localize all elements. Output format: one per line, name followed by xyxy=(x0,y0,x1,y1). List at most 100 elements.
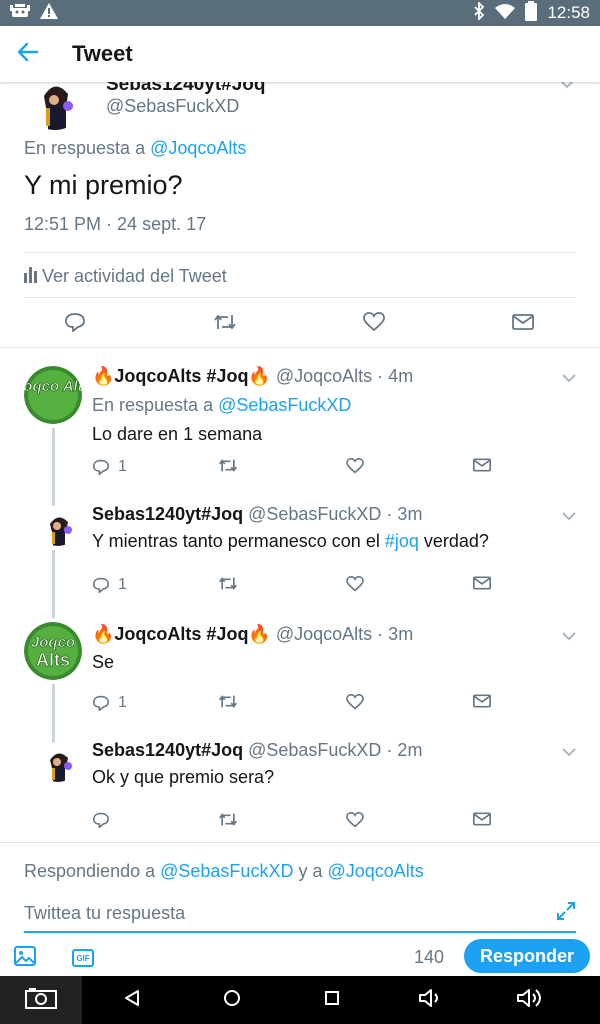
mention-link[interactable]: @JoqcoAlts xyxy=(328,861,424,881)
nav-back-button[interactable] xyxy=(116,976,148,1024)
like-button[interactable] xyxy=(346,576,364,592)
replying-prefix: Respondiendo a xyxy=(24,861,156,881)
retweet-button[interactable] xyxy=(218,576,238,591)
bluetooth-icon xyxy=(473,0,485,25)
reply-count: 1 xyxy=(118,458,127,475)
reply-button[interactable] xyxy=(61,310,89,338)
mail-icon xyxy=(473,458,491,472)
reply-composer: Respondiendo a @SebasFuckXD y a @JoqcoAl… xyxy=(0,843,600,976)
tweet-actions: 1 xyxy=(92,458,512,480)
list-item[interactable]: Sebas1240yt#Joq @SebasFuckXD · 3m Y mien… xyxy=(0,500,600,618)
screenshot-button[interactable] xyxy=(0,976,82,1024)
volume-up-button[interactable] xyxy=(512,976,552,1024)
reply-prefix: En respuesta a xyxy=(92,395,214,415)
mention-link[interactable]: @JoqcoAlts xyxy=(150,138,246,158)
mention-link[interactable]: @SebasFuckXD xyxy=(218,395,351,415)
square-recents-icon xyxy=(324,990,340,1011)
tweet-text-part: Y mientras tanto permanesco con el xyxy=(92,531,385,551)
retweet-icon xyxy=(219,459,237,472)
list-item[interactable]: Sebas1240yt#Joq @SebasFuckXD · 2m Ok y q… xyxy=(0,736,600,842)
chevron-down-icon[interactable] xyxy=(562,370,576,388)
author-name[interactable]: 🔥JoqcoAlts #Joq🔥 xyxy=(92,366,271,386)
like-button[interactable] xyxy=(360,310,388,338)
hashtag-link[interactable]: #joq xyxy=(385,531,419,551)
reply-button[interactable] xyxy=(92,812,110,828)
svg-text:Alts: Alts xyxy=(36,650,70,670)
author-handle[interactable]: @SebasFuckXD xyxy=(106,96,239,117)
retweet-button[interactable] xyxy=(218,458,238,473)
warning-icon xyxy=(40,2,58,24)
reply-context: En respuesta a @SebasFuckXD xyxy=(92,395,351,416)
reply-button[interactable]: 1 xyxy=(92,576,127,594)
share-button[interactable] xyxy=(509,310,537,338)
page-title: Tweet xyxy=(72,41,133,66)
gif-label: GIF xyxy=(76,953,90,963)
chevron-down-icon[interactable] xyxy=(562,628,576,646)
mention-link[interactable]: @SebasFuckXD xyxy=(160,861,293,881)
reply-input[interactable] xyxy=(24,895,576,933)
avatar[interactable]: Joqco Alts xyxy=(24,622,82,680)
like-button[interactable] xyxy=(346,458,364,474)
arrow-left-icon xyxy=(17,41,39,68)
reply-button[interactable]: 1 xyxy=(92,458,127,476)
avatar[interactable] xyxy=(24,82,86,130)
retweet-button[interactable] xyxy=(211,310,239,338)
battery-icon xyxy=(525,0,538,26)
author-name[interactable]: Sebas1240yt#Joq xyxy=(92,504,243,524)
tweet-activity-link[interactable]: Ver actividad del Tweet xyxy=(24,265,227,288)
share-button[interactable] xyxy=(473,812,491,826)
author-handle[interactable]: @SebasFuckXD · 2m xyxy=(248,740,422,760)
nav-recents-button[interactable] xyxy=(316,976,348,1024)
expand-button[interactable] xyxy=(556,901,578,923)
heart-icon xyxy=(346,458,364,474)
tweet-actions xyxy=(92,812,512,834)
main-tweet: Sebas1240yt#Joq @SebasFuckXD En respuest… xyxy=(0,82,600,348)
thread-line xyxy=(52,550,55,618)
author-handle[interactable]: @JoqcoAlts · 3m xyxy=(276,624,413,644)
bar-chart-icon xyxy=(24,265,38,288)
tweet-actions: 1 xyxy=(92,694,512,716)
avatar[interactable] xyxy=(38,506,78,546)
mail-icon xyxy=(512,313,534,335)
volume-down-button[interactable] xyxy=(414,976,450,1024)
list-item[interactable]: Joqco Alts 🔥JoqcoAlts #Joq🔥 @JoqcoAlts · … xyxy=(0,618,600,744)
gif-button[interactable]: GIF xyxy=(70,945,96,971)
share-button[interactable] xyxy=(473,458,491,472)
nav-home-button[interactable] xyxy=(216,976,248,1024)
author-name[interactable]: 🔥JoqcoAlts #Joq🔥 xyxy=(92,624,271,644)
retweet-button[interactable] xyxy=(218,812,238,827)
expand-icon xyxy=(556,902,576,925)
chevron-down-icon[interactable] xyxy=(562,744,576,762)
svg-text:Joqco: Joqco xyxy=(31,634,75,651)
retweet-icon xyxy=(219,577,237,590)
mail-icon xyxy=(473,812,491,826)
author-name[interactable]: Sebas1240yt#Joq xyxy=(106,82,266,96)
retweet-button[interactable] xyxy=(218,694,238,709)
list-item[interactable]: Joqco Alts 🔥JoqcoAlts #Joq🔥 @JoqcoAlts ·… xyxy=(0,360,600,500)
author-name[interactable]: Sebas1240yt#Joq xyxy=(92,740,243,760)
back-button[interactable] xyxy=(0,26,56,82)
author-handle[interactable]: @SebasFuckXD · 3m xyxy=(248,504,422,524)
avatar[interactable]: Joqco Alts xyxy=(24,366,82,424)
reply-button[interactable]: 1 xyxy=(92,694,127,712)
share-button[interactable] xyxy=(473,576,491,590)
photo-button[interactable] xyxy=(12,945,38,971)
avatar[interactable] xyxy=(38,742,78,782)
submit-reply-button[interactable]: Responder xyxy=(464,939,590,973)
reply-icon xyxy=(64,312,86,337)
gif-icon: GIF xyxy=(72,949,94,967)
reply-prefix: En respuesta a xyxy=(24,138,146,158)
android-icon xyxy=(10,2,30,25)
reply-header: 🔥JoqcoAlts #Joq🔥 @JoqcoAlts · 3m xyxy=(92,624,413,645)
avatar-text: Joqco Alts xyxy=(24,378,82,395)
chevron-down-icon[interactable] xyxy=(560,82,574,94)
heart-icon xyxy=(346,694,364,710)
chevron-down-icon[interactable] xyxy=(562,508,576,526)
like-button[interactable] xyxy=(346,812,364,828)
share-button[interactable] xyxy=(473,694,491,708)
like-button[interactable] xyxy=(346,694,364,710)
author-handle[interactable]: @JoqcoAlts · 4m xyxy=(276,366,413,386)
reply-count: 1 xyxy=(118,576,127,593)
thread-line xyxy=(52,684,55,744)
mail-icon xyxy=(473,694,491,708)
